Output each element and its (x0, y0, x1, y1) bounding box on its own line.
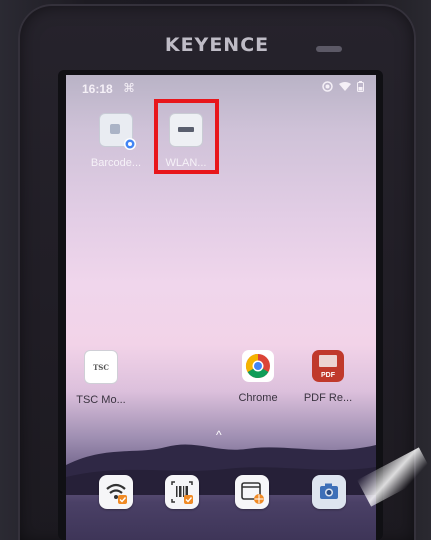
app-label: TSC Mo... (76, 394, 126, 406)
browser-icon (241, 482, 264, 504)
barcode-app-icon (99, 113, 136, 150)
chrome-icon (242, 350, 274, 382)
barcode-scan-icon (171, 481, 193, 504)
wifi-settings-icon (106, 483, 127, 504)
app-label: Chrome (238, 392, 278, 404)
dock-camera[interactable] (312, 475, 346, 509)
selection-highlight (154, 99, 219, 174)
app-label: PDF Re... (303, 392, 353, 404)
pdf-logo-text: PDF (321, 372, 335, 379)
chrome-logo-icon (245, 354, 270, 379)
dock-browser[interactable] (235, 475, 269, 509)
tsc-logo-text: TSC (93, 362, 109, 372)
earpiece-speaker (316, 46, 342, 52)
record-icon (322, 81, 333, 92)
camera-icon (320, 483, 338, 499)
app-barcode[interactable]: Barcode... (86, 113, 146, 169)
device-photo: KEYENCE 16:18 ⌘ Barcode... WLAN... TSC T… (0, 0, 431, 540)
pdf-icon: PDF (312, 350, 344, 382)
dock-barcode-scan[interactable] (165, 475, 199, 509)
screenshot-indicator-icon: ⌘ (123, 81, 135, 95)
tsc-icon: TSC (84, 350, 118, 384)
app-drawer-chevron-icon[interactable]: ^ (216, 428, 222, 442)
status-icons (322, 81, 364, 92)
app-label: Barcode... (90, 157, 142, 169)
app-chrome[interactable]: Chrome (228, 350, 288, 404)
brand-logo: KEYENCE (164, 34, 270, 56)
app-tsc[interactable]: TSC TSC Mo... (71, 350, 131, 406)
wifi-icon (339, 81, 351, 91)
dock-wifi-settings[interactable] (99, 475, 133, 509)
chrome-badge-icon (124, 138, 136, 150)
battery-icon (357, 81, 364, 92)
status-time: 16:18 (82, 82, 113, 96)
app-pdf-reader[interactable]: PDF PDF Re... (298, 350, 358, 404)
home-screen: 16:18 ⌘ Barcode... WLAN... TSC TSC Mo...… (66, 75, 376, 540)
